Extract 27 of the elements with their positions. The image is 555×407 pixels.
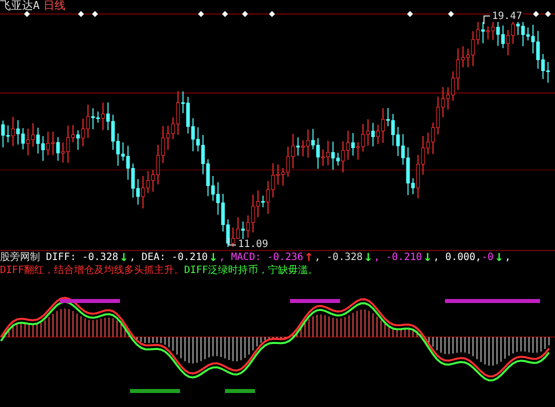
indicator-value: , <box>504 251 511 264</box>
trend-arrow: ↓ <box>364 251 373 264</box>
leader-line <box>484 16 490 24</box>
signal-text: DIFF翻红，结合增仓及均线多头抓主升。 <box>0 264 184 277</box>
trend-arrow: ↑ <box>304 251 314 264</box>
high-price-label: 19.47 <box>491 11 524 22</box>
low-price-label: 11.09 <box>237 239 270 250</box>
leader-line <box>228 238 236 246</box>
trend-arrow: ↓ <box>423 251 432 264</box>
indicator-name: 股旁网制 <box>0 251 40 264</box>
signal-bar <box>130 389 180 393</box>
period-label: 日线 <box>44 0 66 12</box>
indicator-value: , MACD: -0.236 <box>218 251 304 264</box>
indicator-value: , -0.210 <box>374 251 422 264</box>
signal-bar <box>225 389 255 393</box>
indicator-value: DIFF: -0.328 <box>46 251 118 264</box>
indicator-value: , -0.328 <box>314 251 363 264</box>
signal-text: DIFF泛绿时持币，宁缺毋滥。 <box>184 264 318 277</box>
signal-bar <box>290 299 340 303</box>
trend-arrow: ↓ <box>208 251 218 264</box>
indicator-value: , 0.000, <box>433 251 482 264</box>
signal-bar <box>60 299 120 303</box>
trend-arrow: ↓ <box>119 251 128 264</box>
stock-name: 飞亚达A <box>0 0 40 12</box>
trend-arrow: ↓ <box>494 251 504 264</box>
indicator-value: , DEA: -0.210 <box>129 251 208 264</box>
indicator-value: -0 <box>481 251 494 264</box>
